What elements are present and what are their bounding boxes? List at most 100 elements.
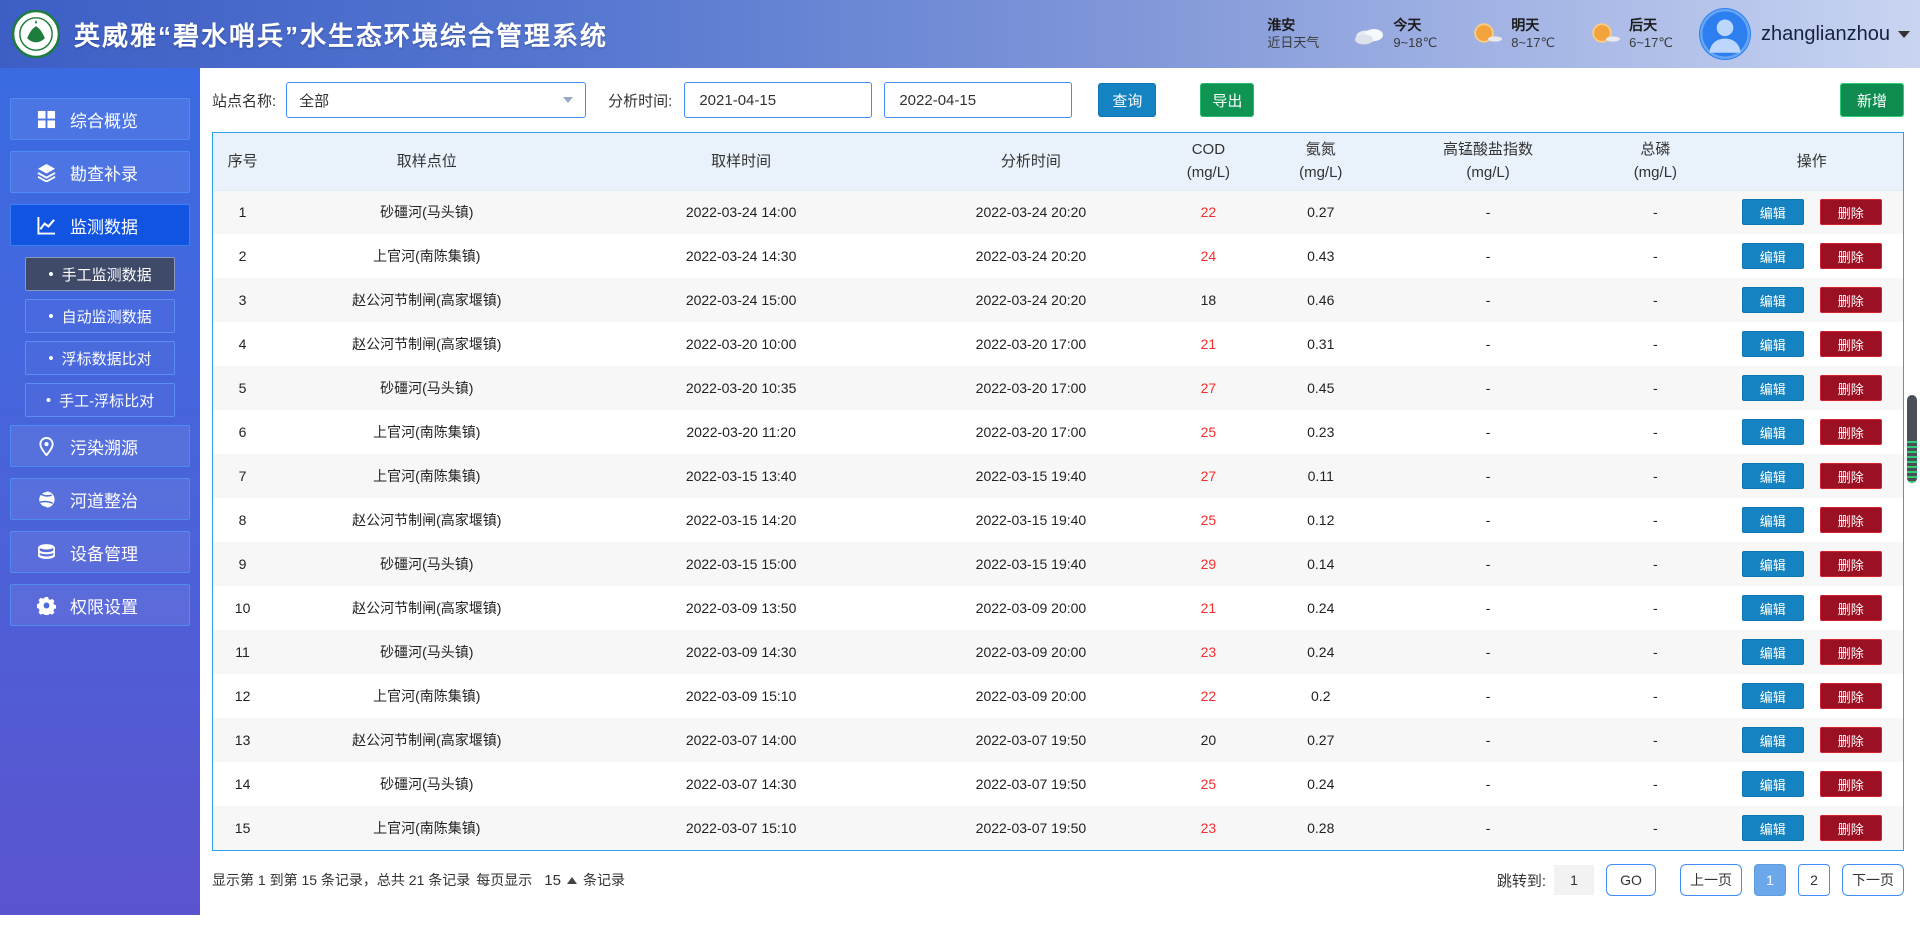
sidebar-subitem-label: 自动监测数据 bbox=[61, 308, 152, 326]
delete-button[interactable]: 删除 bbox=[1819, 727, 1882, 753]
delete-button[interactable]: 删除 bbox=[1819, 507, 1882, 533]
actions-cell: 编辑 删除 bbox=[1720, 410, 1903, 454]
analysis-time: 2022-03-09 20:00 bbox=[975, 688, 1087, 704]
user-menu[interactable]: zhanglianzhou bbox=[1761, 23, 1910, 46]
sidebar-item[interactable]: 监测数据 bbox=[10, 204, 190, 246]
main-content: 站点名称: 全部 分析时间: 2021-04-15 2022-04-15 查询 … bbox=[200, 68, 1920, 900]
tp-value: - bbox=[1653, 556, 1658, 572]
sidebar-item[interactable]: 污染溯源 bbox=[10, 425, 190, 467]
delete-button[interactable]: 删除 bbox=[1819, 771, 1882, 797]
kmno4-value: - bbox=[1485, 644, 1491, 660]
kmno4-value: - bbox=[1485, 380, 1491, 396]
table-row: 12 上官河(南陈集镇) 2022-03-09 15:10 2022-03-09 20… bbox=[213, 674, 1903, 718]
nh3n-value: 0.23 bbox=[1307, 424, 1335, 440]
edit-button[interactable]: 编辑 bbox=[1741, 243, 1804, 269]
sidebar-subitem[interactable]: • 浮标数据比对 bbox=[25, 341, 175, 375]
sidebar: 综合概览勘查补录监测数据 • 手工监测数据 • 自动监测数据 • 浮标数据比对 • 手工-浮标比… bbox=[0, 68, 200, 915]
analysis-time: 2022-03-15 19:40 bbox=[975, 556, 1087, 572]
sidebar-item[interactable]: 综合概览 bbox=[10, 98, 190, 140]
actions-cell: 编辑 删除 bbox=[1720, 630, 1903, 674]
column-header-line2: (mg/L) bbox=[1299, 164, 1343, 182]
delete-button[interactable]: 删除 bbox=[1819, 243, 1882, 269]
delete-button[interactable]: 删除 bbox=[1819, 287, 1882, 313]
page-size-value: 15 bbox=[544, 871, 561, 889]
delete-button[interactable]: 删除 bbox=[1819, 595, 1882, 621]
row-index: 10 bbox=[234, 600, 251, 616]
edit-button[interactable]: 编辑 bbox=[1741, 595, 1804, 621]
station-select[interactable]: 全部 bbox=[286, 82, 587, 118]
delete-button[interactable]: 删除 bbox=[1819, 683, 1882, 709]
edit-button[interactable]: 编辑 bbox=[1741, 331, 1804, 357]
edit-button[interactable]: 编辑 bbox=[1741, 551, 1804, 577]
site-name: 赵公河节制闸(高家堰镇) bbox=[352, 292, 502, 308]
sidebar-item[interactable]: 设备管理 bbox=[10, 531, 190, 573]
avatar[interactable] bbox=[1699, 8, 1751, 60]
next-page-button[interactable]: 下一页 bbox=[1842, 864, 1904, 896]
tp-value: - bbox=[1653, 512, 1658, 528]
date-from-input[interactable]: 2021-04-15 bbox=[684, 82, 873, 118]
sidebar-subitem[interactable]: • 手工监测数据 bbox=[25, 257, 175, 291]
site-name: 赵公河节制闸(高家堰镇) bbox=[352, 600, 502, 616]
actions-cell: 编辑 删除 bbox=[1720, 806, 1903, 850]
column-header-line2: (mg/L) bbox=[1466, 164, 1510, 182]
delete-button[interactable]: 删除 bbox=[1819, 199, 1882, 226]
edit-button[interactable]: 编辑 bbox=[1741, 287, 1804, 313]
scrollbar-track[interactable] bbox=[1906, 80, 1918, 905]
kmno4-value: - bbox=[1485, 732, 1491, 748]
edit-button[interactable]: 编辑 bbox=[1741, 507, 1804, 533]
sidebar-menu: 综合概览勘查补录监测数据 • 手工监测数据 • 自动监测数据 • 浮标数据比对 • 手工-浮标比… bbox=[0, 98, 200, 626]
edit-button[interactable]: 编辑 bbox=[1741, 683, 1804, 709]
query-button[interactable]: 查询 bbox=[1098, 83, 1157, 117]
column-header-line1: 序号 bbox=[227, 152, 258, 170]
prev-page-button[interactable]: 上一页 bbox=[1680, 864, 1742, 896]
scrollbar-thumb[interactable] bbox=[1907, 395, 1917, 483]
row-index: 6 bbox=[238, 424, 247, 440]
edit-button[interactable]: 编辑 bbox=[1741, 771, 1804, 797]
date-to-input[interactable]: 2022-04-15 bbox=[884, 82, 1073, 118]
delete-button[interactable]: 删除 bbox=[1819, 375, 1882, 401]
edit-button[interactable]: 编辑 bbox=[1741, 419, 1804, 445]
page-size-select[interactable]: 15 bbox=[544, 872, 577, 889]
edit-button[interactable]: 编辑 bbox=[1741, 463, 1804, 489]
footer-bar: 显示第 1 到第 15 条记录，总共 21 条记录 每页显示 15 条记录 跳转… bbox=[212, 860, 1904, 900]
actions-cell: 编辑 删除 bbox=[1720, 278, 1903, 322]
edit-button[interactable]: 编辑 bbox=[1741, 815, 1804, 841]
delete-button[interactable]: 删除 bbox=[1819, 419, 1882, 445]
sidebar-item[interactable]: 河道整治 bbox=[10, 478, 190, 520]
sample-time: 2022-03-24 14:00 bbox=[685, 204, 797, 221]
page-button-1[interactable]: 1 bbox=[1754, 864, 1786, 896]
edit-button[interactable]: 编辑 bbox=[1741, 199, 1804, 226]
tp-value: - bbox=[1653, 688, 1658, 704]
sidebar-subitem[interactable]: • 自动监测数据 bbox=[25, 299, 175, 333]
edit-button[interactable]: 编辑 bbox=[1741, 727, 1804, 753]
sidebar-item[interactable]: 权限设置 bbox=[10, 584, 190, 626]
sidebar-item[interactable]: 勘查补录 bbox=[10, 151, 190, 193]
cod-value: 25 bbox=[1200, 776, 1217, 792]
sample-time: 2022-03-09 14:30 bbox=[685, 644, 797, 660]
tp-value: - bbox=[1653, 820, 1658, 836]
site-name: 砂礓河(马头镇) bbox=[380, 556, 474, 572]
sample-time: 2022-03-20 10:35 bbox=[685, 380, 797, 396]
go-button[interactable]: GO bbox=[1606, 864, 1656, 896]
add-button[interactable]: 新增 bbox=[1840, 83, 1904, 117]
actions-cell: 编辑 删除 bbox=[1720, 586, 1903, 630]
table-body: 1 砂礓河(马头镇) 2022-03-24 14:00 2022-03-24 20:2… bbox=[213, 190, 1903, 850]
table-row: 8 赵公河节制闸(高家堰镇) 2022-03-15 14:20 2022-03-15 … bbox=[213, 498, 1903, 542]
delete-button[interactable]: 删除 bbox=[1819, 463, 1882, 489]
jump-page-input[interactable]: 1 bbox=[1554, 865, 1594, 895]
kmno4-value: - bbox=[1485, 776, 1491, 792]
delete-button[interactable]: 删除 bbox=[1819, 815, 1882, 841]
actions-cell: 编辑 删除 bbox=[1720, 454, 1903, 498]
delete-button[interactable]: 删除 bbox=[1819, 551, 1882, 577]
edit-button[interactable]: 编辑 bbox=[1741, 639, 1804, 665]
delete-button[interactable]: 删除 bbox=[1819, 639, 1882, 665]
per-page-prefix: 每页显示 bbox=[476, 872, 533, 888]
page-button-2[interactable]: 2 bbox=[1798, 864, 1830, 896]
edit-button[interactable]: 编辑 bbox=[1741, 375, 1804, 401]
column-header: 氨氮 (mg/L) bbox=[1255, 133, 1386, 191]
delete-button[interactable]: 删除 bbox=[1819, 331, 1882, 357]
kmno4-value: - bbox=[1485, 512, 1491, 528]
table-row: 5 砂礓河(马头镇) 2022-03-20 10:35 2022-03-20 17:0… bbox=[213, 366, 1903, 410]
export-button[interactable]: 导出 bbox=[1200, 83, 1255, 117]
sidebar-subitem[interactable]: • 手工-浮标比对 bbox=[25, 383, 175, 417]
